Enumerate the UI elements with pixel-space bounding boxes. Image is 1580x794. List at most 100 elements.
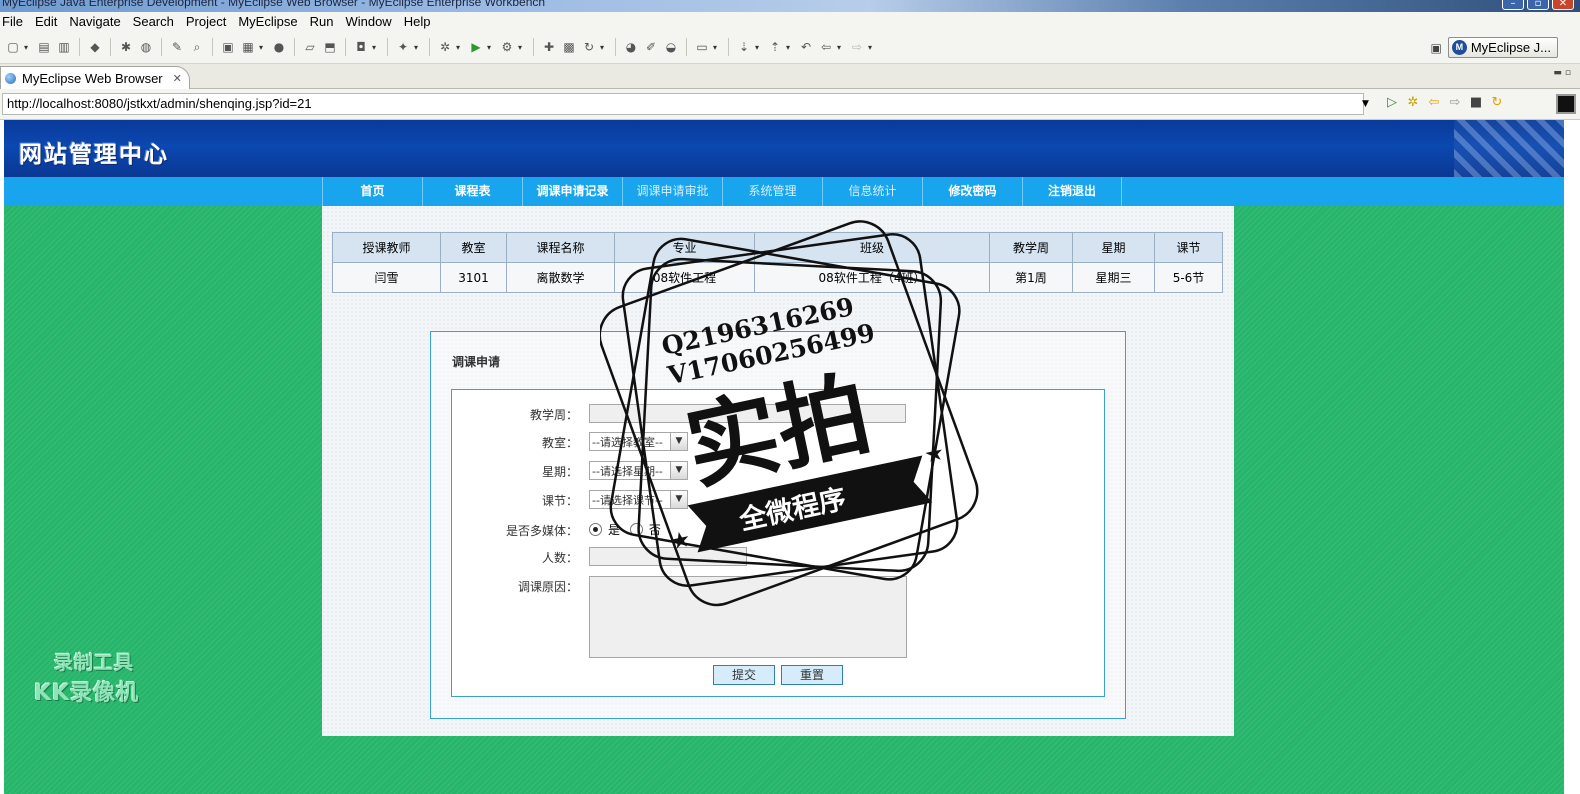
day-select[interactable]: --请选择星期-- ▼ <box>589 461 688 480</box>
plugin-icon[interactable]: ◒ <box>662 38 680 56</box>
url-input[interactable]: http://localhost:8080/jstkxt/admin/shenq… <box>2 93 1364 115</box>
close-window-icon[interactable]: ✕ <box>1552 0 1574 10</box>
run-dropdown-icon[interactable]: ▾ <box>487 43 496 52</box>
maximize-icon[interactable]: ▫ <box>1527 0 1549 10</box>
next-annotation-dropdown-icon[interactable]: ▾ <box>755 43 764 52</box>
recorder-watermark-line1: 录制工具 <box>54 652 135 674</box>
stop-icon[interactable]: ■ <box>1468 95 1484 110</box>
last-edit-icon[interactable]: ↶ <box>797 38 815 56</box>
forward-icon[interactable]: ⇨ <box>848 38 866 56</box>
browser-forward-icon[interactable]: ⇨ <box>1447 95 1463 110</box>
run-icon[interactable]: ▶ <box>467 38 485 56</box>
camera-dropdown-icon[interactable]: ▾ <box>372 43 381 52</box>
save-icon[interactable]: ▤ <box>35 38 53 56</box>
menu-file[interactable]: File <box>0 12 29 32</box>
menu-myeclipse[interactable]: MyEclipse <box>232 12 303 32</box>
prev-annotation-dropdown-icon[interactable]: ▾ <box>786 43 795 52</box>
nav-logout[interactable]: 注销退出 <box>1022 177 1122 206</box>
refresh-dropdown-icon[interactable]: ▾ <box>600 43 609 52</box>
count-input[interactable] <box>589 547 747 566</box>
new-package-icon[interactable]: ▩ <box>560 38 578 56</box>
multimedia-no-radio[interactable] <box>629 523 643 536</box>
lock-icon[interactable]: ◍ <box>137 38 155 56</box>
submit-button[interactable]: 提交 <box>713 665 775 685</box>
perspective-button[interactable]: M MyEclipse J... <box>1447 37 1558 58</box>
favorites-icon[interactable]: ✲ <box>1405 95 1421 110</box>
find-icon[interactable]: ⌕ <box>188 38 206 56</box>
url-history-dropdown-icon[interactable]: ▼ <box>1362 99 1369 109</box>
camera-icon[interactable]: ◘ <box>352 38 370 56</box>
external-browser-icon[interactable] <box>1556 94 1576 114</box>
recorder-watermark-line2: KK录像机 <box>34 681 140 706</box>
next-annotation-icon[interactable]: ⇣ <box>735 38 753 56</box>
forward-dropdown-icon[interactable]: ▾ <box>868 43 877 52</box>
col-course: 课程名称 <box>506 232 615 263</box>
debug-dropdown-icon[interactable]: ▾ <box>456 43 465 52</box>
nav-change-password[interactable]: 修改密码 <box>922 177 1022 206</box>
back-dropdown-icon[interactable]: ▾ <box>837 43 846 52</box>
cell-class: 08软件工程（4班） <box>754 262 990 293</box>
bug-icon[interactable]: ✱ <box>117 38 135 56</box>
close-tab-icon[interactable]: ✕ <box>173 72 182 85</box>
nav-system-management[interactable]: 系统管理 <box>722 177 822 206</box>
external-tools-icon[interactable]: ⚙ <box>498 38 516 56</box>
menu-help[interactable]: Help <box>398 12 437 32</box>
prev-annotation-icon[interactable]: ⇡ <box>766 38 784 56</box>
browser-back-icon[interactable]: ⇦ <box>1426 95 1442 110</box>
row-count: 人数： <box>452 547 1106 567</box>
minimize-icon[interactable]: – <box>1502 0 1524 10</box>
menu-project[interactable]: Project <box>180 12 232 32</box>
reason-textarea[interactable] <box>589 576 907 658</box>
new-icon[interactable]: ▢ <box>4 38 22 56</box>
chevron-down-icon[interactable]: ▼ <box>670 491 687 508</box>
debug-icon[interactable]: ✲ <box>436 38 454 56</box>
menu-run[interactable]: Run <box>304 12 340 32</box>
menu-edit[interactable]: Edit <box>29 12 63 32</box>
course-table: 授课教师 教室 课程名称 专业 班级 教学周 星期 课节 闫雪 3101 离散数… <box>332 232 1223 293</box>
server-icon[interactable]: ▦ <box>239 38 257 56</box>
nav-application-records[interactable]: 调课申请记录 <box>522 177 622 206</box>
new-class-icon[interactable]: ✚ <box>540 38 558 56</box>
external-tools-dropdown-icon[interactable]: ▾ <box>518 43 527 52</box>
open-type-dropdown-icon[interactable]: ▾ <box>713 43 722 52</box>
wizard-icon[interactable]: ✦ <box>394 38 412 56</box>
palette-icon[interactable]: ◕ <box>622 38 640 56</box>
folder-open-icon[interactable]: ▱ <box>301 38 319 56</box>
browser-address-bar: http://localhost:8080/jstkxt/admin/shenq… <box>0 89 1580 120</box>
view-minmax-icon[interactable]: ▬▫ <box>1553 68 1574 78</box>
chevron-down-icon[interactable]: ▼ <box>670 462 687 479</box>
open-perspective-icon[interactable]: ▣ <box>1430 41 1441 55</box>
room-select[interactable]: --请选择教室-- ▼ <box>589 432 688 451</box>
menu-navigate[interactable]: Navigate <box>63 12 126 32</box>
nav-schedule[interactable]: 课程表 <box>422 177 522 206</box>
edit-icon[interactable]: ✎ <box>168 38 186 56</box>
open-type-icon[interactable]: ▭ <box>693 38 711 56</box>
import-icon[interactable]: ⬒ <box>321 38 339 56</box>
reset-button[interactable]: 重置 <box>781 665 843 685</box>
nav-statistics[interactable]: 信息统计 <box>822 177 922 206</box>
refresh-cycle-icon[interactable]: ↻ <box>580 38 598 56</box>
multimedia-yes-radio[interactable] <box>589 523 602 536</box>
package-icon[interactable]: ◆ <box>86 38 104 56</box>
week-input[interactable] <box>589 404 906 423</box>
period-select[interactable]: --请选择课节-- ▼ <box>589 490 688 509</box>
tab-web-browser[interactable]: MyEclipse Web Browser ✕ <box>0 66 190 89</box>
menu-search[interactable]: Search <box>127 12 180 32</box>
wizard-dropdown-icon[interactable]: ▾ <box>414 43 423 52</box>
nav-application-approval[interactable]: 调课申请审批 <box>622 177 722 206</box>
menu-window[interactable]: Window <box>339 12 397 32</box>
chevron-down-icon[interactable]: ▼ <box>670 433 687 450</box>
deploy-icon[interactable]: ▣ <box>219 38 237 56</box>
save-all-icon[interactable]: ▥ <box>55 38 73 56</box>
nav-home[interactable]: 首页 <box>322 177 422 206</box>
server-dropdown-icon[interactable]: ▾ <box>259 43 268 52</box>
back-icon[interactable]: ⇦ <box>817 38 835 56</box>
globe-icon[interactable]: ● <box>270 38 288 56</box>
browser-refresh-icon[interactable]: ↻ <box>1489 95 1505 110</box>
col-teacher: 授课教师 <box>332 232 441 263</box>
toolbar-separator <box>79 38 80 56</box>
go-icon[interactable]: ▷ <box>1384 95 1400 110</box>
toolbar-separator <box>533 38 534 56</box>
new-dropdown-icon[interactable]: ▾ <box>24 43 33 52</box>
pen-icon[interactable]: ✐ <box>642 38 660 56</box>
